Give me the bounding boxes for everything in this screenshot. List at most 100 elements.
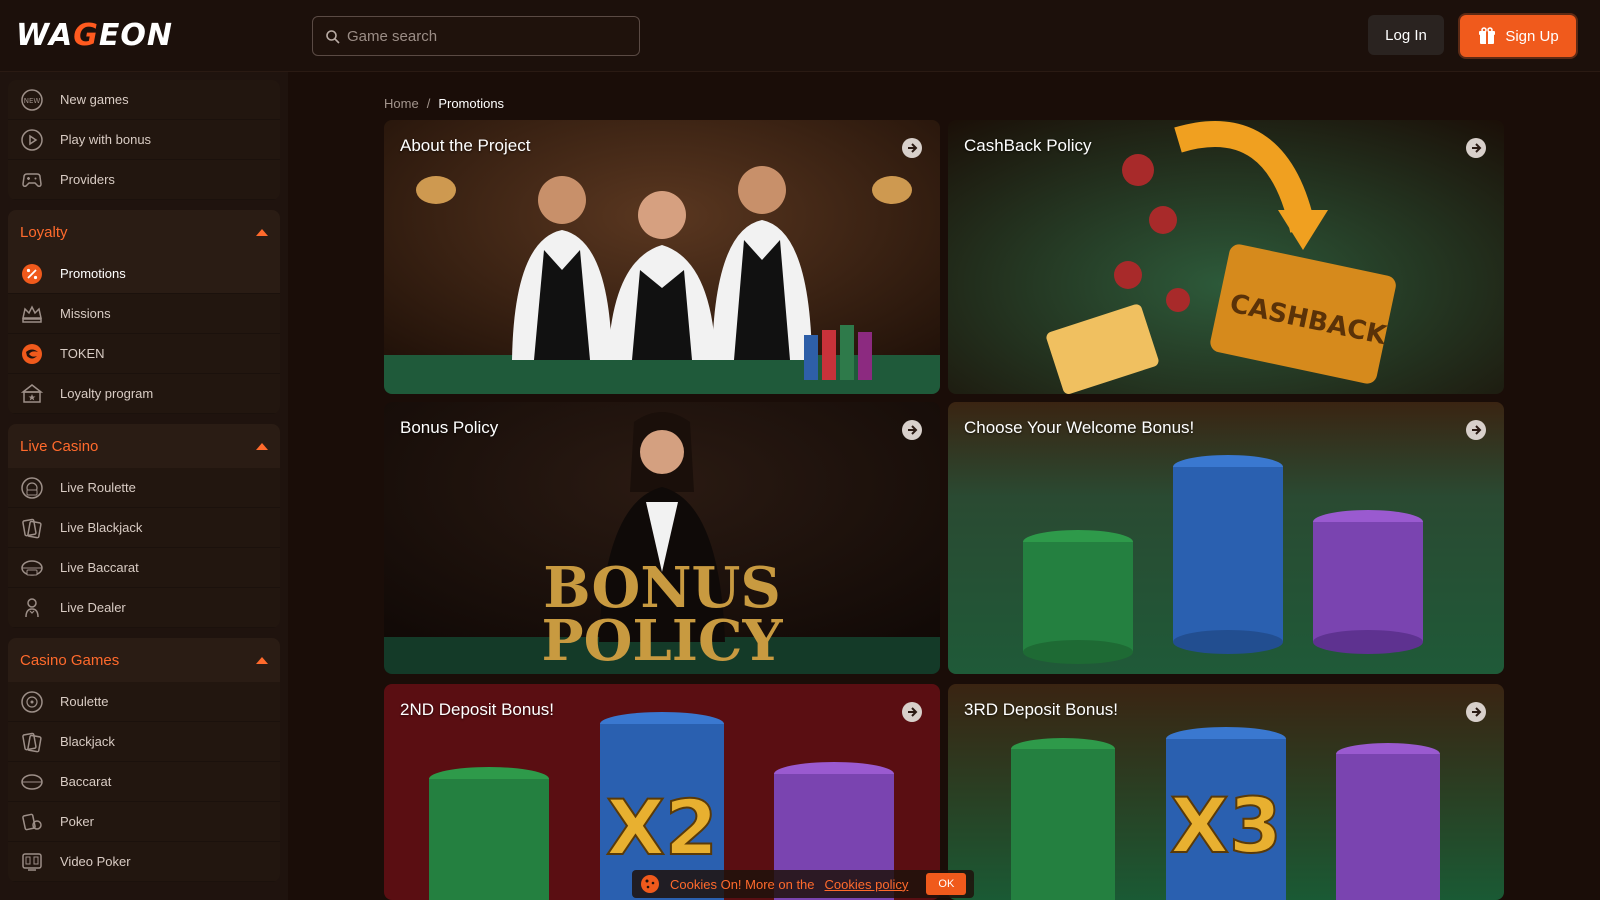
cashback-card-text: CASHBACK <box>1227 289 1389 352</box>
video-poker-icon <box>22 852 42 871</box>
cookie-ok-button[interactable]: OK <box>926 873 967 895</box>
building-star-icon <box>20 383 44 403</box>
poker-icon <box>22 813 42 830</box>
breadcrumb-separator: / <box>426 96 431 111</box>
sidebar-item-label: Loyalty program <box>60 386 154 401</box>
sidebar-item-video-poker[interactable]: Video Poker <box>8 842 280 882</box>
wageon-logo[interactable]: WAGEON <box>16 18 173 53</box>
promo-card-title: CashBack Policy <box>964 136 1092 155</box>
arrow-right-icon[interactable] <box>902 138 922 158</box>
game-search[interactable] <box>312 16 640 56</box>
promo-card-welcome-bonus[interactable]: Choose Your Welcome Bonus! <box>948 402 1504 674</box>
dealers-team-image <box>384 120 940 394</box>
sidebar-item-providers[interactable]: Providers <box>8 160 280 200</box>
promo-card-cashback[interactable]: CASHBACK CashBack Policy <box>948 120 1504 394</box>
x3-image-label: X3 <box>1170 781 1281 870</box>
gamepad-icon <box>22 172 42 187</box>
sidebar-item-label: Poker <box>60 814 94 829</box>
promo-card-about-project[interactable]: About the Project <box>384 120 940 394</box>
sidebar-item-label: Missions <box>60 306 111 321</box>
sidebar-item-token[interactable]: TOKEN <box>8 334 280 374</box>
sidebar-item-promotions[interactable]: Promotions <box>8 254 280 294</box>
svg-text:NEW: NEW <box>24 97 41 105</box>
sidebar-item-live-roulette[interactable]: Live Roulette <box>8 468 280 508</box>
roulette-icon <box>21 690 43 713</box>
live-roulette-icon <box>21 476 43 499</box>
cookie-text: Cookies On! More on the <box>670 876 815 892</box>
sidebar-item-label: TOKEN <box>60 346 105 361</box>
loyalty-section-title: Loyalty <box>20 223 68 241</box>
sidebar-item-blackjack[interactable]: Blackjack <box>8 722 280 762</box>
arrow-right-glyph <box>908 707 918 717</box>
loyalty-section-toggle[interactable]: Loyalty <box>8 210 280 254</box>
arrow-right-icon[interactable] <box>1466 138 1486 158</box>
arrow-right-glyph <box>1472 425 1482 435</box>
sidebar-item-label: Roulette <box>60 694 109 709</box>
login-button[interactable]: Log In <box>1368 15 1444 55</box>
sidebar-item-roulette[interactable]: Roulette <box>8 682 280 722</box>
sidebar-item-poker[interactable]: Poker <box>8 802 280 842</box>
token-icon <box>22 343 42 364</box>
caret-up-icon <box>256 656 268 664</box>
x2-image-label: X2 <box>606 783 717 872</box>
arrow-right-glyph <box>908 425 918 435</box>
sidebar-item-label: Live Blackjack <box>60 520 143 535</box>
sidebar-item-loyalty-program[interactable]: Loyalty program <box>8 374 280 414</box>
sidebar-item-label: Live Dealer <box>60 600 126 615</box>
sidebar-item-live-dealer[interactable]: Live Dealer <box>8 588 280 628</box>
arrow-right-glyph <box>1472 143 1482 153</box>
breadcrumb-home-link[interactable]: Home <box>384 96 419 111</box>
arrow-right-icon[interactable] <box>1466 420 1486 440</box>
search-input[interactable] <box>347 17 633 55</box>
casino-games-section-title: Casino Games <box>20 651 120 669</box>
sidebar-top-group: NEW New games Play with bonus Providers <box>8 80 280 200</box>
promo-card-2nd-deposit[interactable]: X2 2ND Deposit Bonus! <box>384 684 940 900</box>
sidebar-item-live-baccarat[interactable]: Live Baccarat <box>8 548 280 588</box>
sidebar-item-label: New games <box>60 92 129 107</box>
percent-badge-icon <box>22 263 42 284</box>
sidebar-item-new-games[interactable]: NEW New games <box>8 80 280 120</box>
signup-button[interactable]: Sign Up <box>1460 15 1576 57</box>
cookies-policy-link[interactable]: Cookies policy <box>825 877 909 892</box>
cookie-banner: Cookies On! More on the Cookies policy O… <box>632 870 975 898</box>
promo-card-title: 3RD Deposit Bonus! <box>964 700 1119 719</box>
sidebar-item-missions[interactable]: Missions <box>8 294 280 334</box>
cookie-icon <box>641 875 659 893</box>
live-casino-section-toggle[interactable]: Live Casino <box>8 424 280 468</box>
breadcrumb: Home / Promotions <box>384 96 504 111</box>
live-baccarat-icon <box>21 559 43 576</box>
casino-games-section-toggle[interactable]: Casino Games <box>8 638 280 682</box>
promo-card-bonus-policy[interactable]: BONUS POLICY Bonus Policy <box>384 402 940 674</box>
sidebar-item-play-with-bonus[interactable]: Play with bonus <box>8 120 280 160</box>
promo-card-title: About the Project <box>400 136 531 155</box>
arrow-right-icon[interactable] <box>902 420 922 440</box>
promo-card-title: 2ND Deposit Bonus! <box>400 700 555 719</box>
sidebar-loyalty-group: Loyalty Promotions Missions TOKEN Loyalt… <box>8 210 280 414</box>
cards-icon <box>22 732 42 752</box>
sidebar-item-label: Play with bonus <box>60 132 152 147</box>
policy-image-label: POLICY <box>541 608 783 674</box>
sidebar-item-baccarat[interactable]: Baccarat <box>8 762 280 802</box>
live-blackjack-icon <box>22 518 42 538</box>
arrow-right-icon[interactable] <box>1466 702 1486 722</box>
crown-icon <box>22 304 42 323</box>
promo-card-3rd-deposit[interactable]: X3 3RD Deposit Bonus! <box>948 684 1504 900</box>
logo-accent-letter: G <box>73 18 99 53</box>
baccarat-icon <box>21 773 43 790</box>
sidebar-item-label: Live Baccarat <box>60 560 139 575</box>
sidebar-item-label: Blackjack <box>60 734 115 749</box>
arrow-right-glyph <box>908 143 918 153</box>
bonus-policy-text: BONUS POLICY <box>541 555 783 674</box>
cashback-image-label: CASHBACK <box>1227 289 1389 352</box>
caret-up-icon <box>256 228 268 236</box>
chip-stacks-image <box>948 402 1504 674</box>
sidebar-item-live-blackjack[interactable]: Live Blackjack <box>8 508 280 548</box>
promo-card-title: Bonus Policy <box>400 418 499 437</box>
arrow-right-icon[interactable] <box>902 702 922 722</box>
promo-card-title: Choose Your Welcome Bonus! <box>964 418 1195 437</box>
dealer-icon <box>25 597 39 617</box>
play-circle-icon <box>21 128 43 151</box>
sidebar-item-label: Live Roulette <box>60 480 136 495</box>
sidebar: NEW New games Play with bonus Providers … <box>0 72 288 900</box>
sidebar-item-label: Video Poker <box>60 854 131 869</box>
